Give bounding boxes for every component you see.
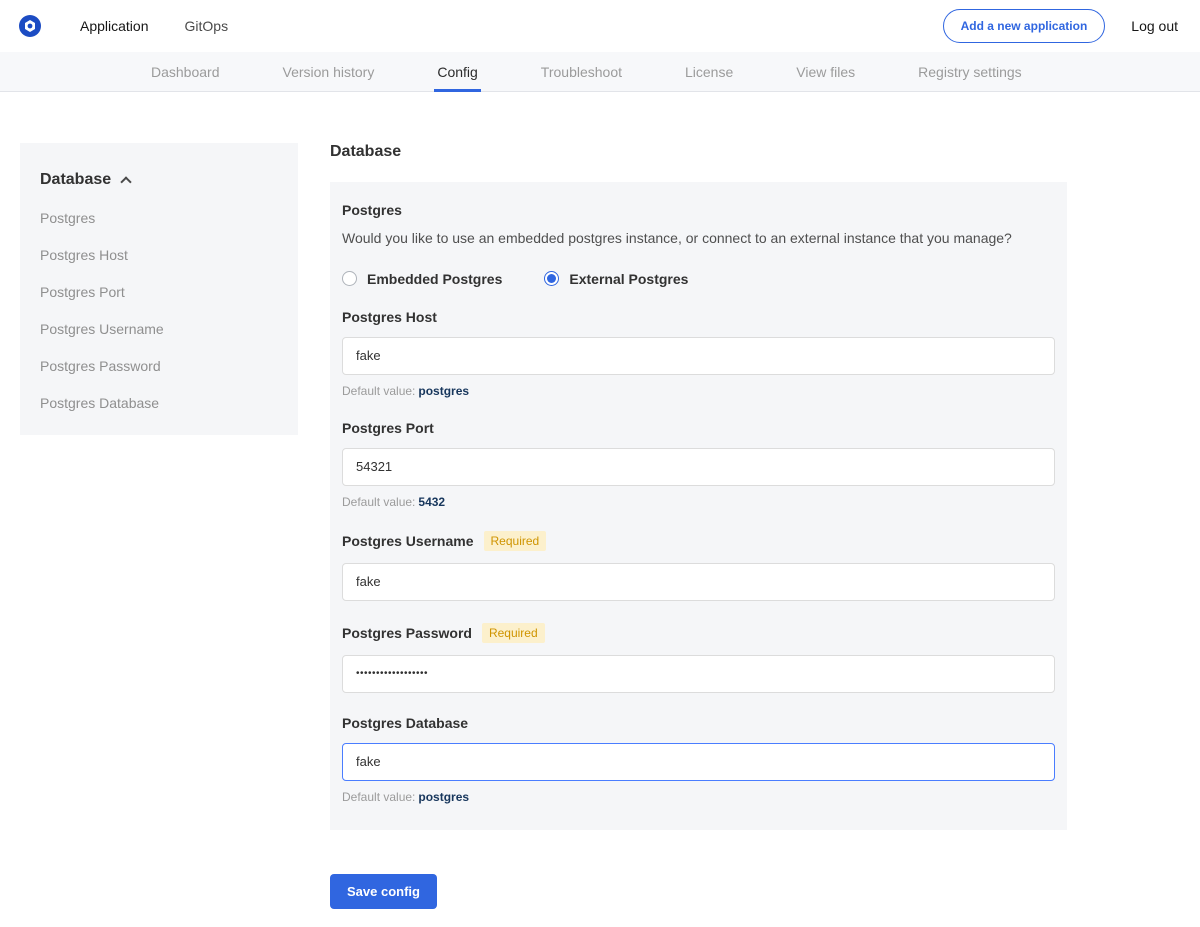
radio-label: Embedded Postgres bbox=[367, 271, 502, 287]
sidebar-item-postgres[interactable]: Postgres bbox=[40, 210, 278, 226]
header-tab-gitops[interactable]: GitOps bbox=[185, 18, 229, 34]
sidebar-item-postgres-password[interactable]: Postgres Password bbox=[40, 358, 278, 374]
radio-label: External Postgres bbox=[569, 271, 688, 287]
helper-prefix: Default value: bbox=[342, 790, 415, 804]
group-help-text: Would you like to use an embedded postgr… bbox=[342, 229, 1055, 248]
subnav-item-dashboard[interactable]: Dashboard bbox=[148, 52, 223, 91]
required-badge: Required bbox=[482, 623, 545, 643]
chevron-up-icon bbox=[120, 176, 131, 187]
postgres-host-input[interactable] bbox=[342, 337, 1055, 375]
default-value-helper: Default value:postgres bbox=[342, 384, 1055, 398]
add-new-application-button[interactable]: Add a new application bbox=[943, 9, 1106, 43]
postgres-mode-radio-group: Embedded Postgres External Postgres bbox=[342, 271, 1055, 287]
radio-icon-checked[interactable] bbox=[544, 271, 559, 286]
sidebar-item-postgres-database[interactable]: Postgres Database bbox=[40, 395, 278, 411]
helper-value: postgres bbox=[418, 790, 469, 804]
postgres-username-input[interactable] bbox=[342, 563, 1055, 601]
subnav-item-config[interactable]: Config bbox=[434, 52, 480, 91]
helper-prefix: Default value: bbox=[342, 495, 415, 509]
config-main: Database Postgres Would you like to use … bbox=[330, 143, 1067, 927]
postgres-port-input[interactable] bbox=[342, 448, 1055, 486]
field-label-postgres-username: Postgres Username bbox=[342, 533, 474, 549]
required-badge: Required bbox=[484, 531, 547, 551]
subnav-item-troubleshoot[interactable]: Troubleshoot bbox=[538, 52, 625, 91]
helper-value: 5432 bbox=[418, 495, 445, 509]
sidebar-item-postgres-port[interactable]: Postgres Port bbox=[40, 284, 278, 300]
group-label: Postgres bbox=[342, 202, 1055, 218]
sidebar-group-database[interactable]: Database bbox=[40, 171, 278, 189]
app-subnav: Dashboard Version history Config Trouble… bbox=[0, 52, 1200, 92]
field-label-postgres-password: Postgres Password bbox=[342, 625, 472, 641]
header-tab-application[interactable]: Application bbox=[80, 18, 149, 34]
field-label-row: Postgres Username Required bbox=[342, 531, 1055, 551]
field-label-row: Postgres Host bbox=[342, 309, 1055, 325]
field-label-row: Postgres Port bbox=[342, 420, 1055, 436]
content-layout: Database Postgres Postgres Host Postgres… bbox=[0, 92, 1200, 927]
radio-option-external-postgres[interactable]: External Postgres bbox=[544, 271, 688, 287]
config-group-card: Postgres Would you like to use an embedd… bbox=[330, 182, 1067, 830]
config-sidebar: Database Postgres Postgres Host Postgres… bbox=[20, 143, 298, 435]
subnav-item-license[interactable]: License bbox=[682, 52, 736, 91]
sidebar-item-postgres-username[interactable]: Postgres Username bbox=[40, 321, 278, 337]
field-label-row: Postgres Database bbox=[342, 715, 1055, 731]
field-label-postgres-host: Postgres Host bbox=[342, 309, 437, 325]
default-value-helper: Default value:5432 bbox=[342, 495, 1055, 509]
postgres-password-input[interactable] bbox=[342, 655, 1055, 693]
helper-value: postgres bbox=[418, 384, 469, 398]
subnav-item-registry-settings[interactable]: Registry settings bbox=[915, 52, 1024, 91]
sidebar-item-postgres-host[interactable]: Postgres Host bbox=[40, 247, 278, 263]
app-logo-icon bbox=[18, 14, 42, 38]
field-label-postgres-database: Postgres Database bbox=[342, 715, 468, 731]
radio-option-embedded-postgres[interactable]: Embedded Postgres bbox=[342, 271, 502, 287]
field-label-postgres-port: Postgres Port bbox=[342, 420, 434, 436]
postgres-database-input[interactable] bbox=[342, 743, 1055, 781]
subnav-item-version-history[interactable]: Version history bbox=[280, 52, 378, 91]
default-value-helper: Default value:postgres bbox=[342, 790, 1055, 804]
radio-icon-unchecked[interactable] bbox=[342, 271, 357, 286]
helper-prefix: Default value: bbox=[342, 384, 415, 398]
save-config-button[interactable]: Save config bbox=[330, 874, 437, 909]
field-label-row: Postgres Password Required bbox=[342, 623, 1055, 643]
logout-link[interactable]: Log out bbox=[1131, 18, 1178, 34]
top-header: Application GitOps Add a new application… bbox=[0, 0, 1200, 52]
subnav-item-view-files[interactable]: View files bbox=[793, 52, 858, 91]
section-title: Database bbox=[330, 143, 1067, 161]
sidebar-group-label: Database bbox=[40, 171, 111, 189]
